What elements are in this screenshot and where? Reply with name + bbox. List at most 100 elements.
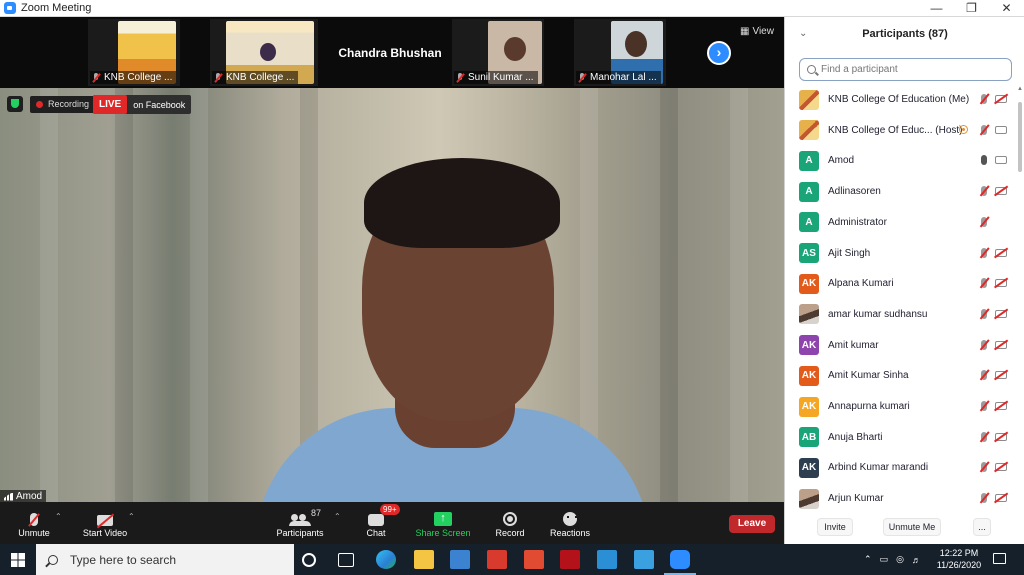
participant-row[interactable]: KNB College Of Educ... (Host) — [785, 115, 1017, 146]
zoom-taskbar-icon[interactable] — [664, 550, 696, 575]
zoom-logo-icon — [4, 2, 16, 14]
avatar: AK — [799, 273, 819, 294]
participant-row[interactable]: Arjun Kumar — [785, 483, 1017, 512]
participant-list: KNB College Of Education (Me) KNB College… — [785, 84, 1017, 512]
window-controls: — ❐ ✕ — [919, 0, 1024, 17]
mic-icon — [981, 155, 987, 166]
participant-name: KNB College Of Educ... (Host) — [828, 124, 963, 136]
view-button[interactable]: View — [740, 26, 774, 37]
participant-name: Amit Kumar Sinha — [828, 370, 909, 382]
minimize-icon[interactable]: — — [919, 0, 954, 17]
scrollbar-thumb[interactable] — [1018, 102, 1022, 172]
participant-name: Ajit Singh — [828, 247, 871, 259]
acrobat-reader-icon[interactable] — [487, 550, 507, 569]
window-title: Zoom Meeting — [21, 2, 92, 14]
participant-row[interactable]: AB Anuja Bharti — [785, 422, 1017, 453]
record-button[interactable]: Record — [488, 502, 532, 544]
video-tile-5[interactable]: Manohar Lal ... — [574, 19, 666, 86]
video-tile-4[interactable]: Sunil Kumar ... — [452, 19, 544, 86]
audio-options-chevron-icon[interactable]: ⌃ — [55, 512, 62, 521]
muted-mic-icon — [981, 308, 987, 319]
participant-row[interactable]: A Adlinasoren — [785, 176, 1017, 207]
share-screen-button[interactable]: ↑ Share Screen — [412, 502, 474, 544]
scroll-up-icon[interactable]: ▲ — [1017, 86, 1023, 92]
host-recording-icon — [959, 124, 968, 134]
edge-browser-icon[interactable] — [376, 550, 396, 569]
avatar: AK — [799, 335, 819, 356]
participant-row[interactable]: AK Annapurna kumari — [785, 391, 1017, 422]
muted-mic-icon — [578, 72, 586, 83]
taskbar-search-input[interactable] — [70, 552, 290, 567]
battery-icon[interactable]: ▭ — [880, 554, 889, 565]
taskbar-clock[interactable]: 12:22 PM 11/26/2020 — [932, 547, 986, 571]
shield-icon[interactable] — [7, 96, 23, 112]
record-dot-icon — [36, 101, 43, 108]
restore-icon[interactable]: ❐ — [954, 0, 989, 17]
unmute-button[interactable]: Unmute — [10, 502, 58, 544]
avatar — [799, 89, 819, 110]
participant-row[interactable]: A Amod — [785, 145, 1017, 176]
participants-panel: ⌄ Participants (87) KNB College Of Educa… — [784, 17, 1024, 544]
participant-name: amar kumar sudhansu — [828, 308, 928, 320]
video-tile-2[interactable]: KNB College ... — [210, 19, 318, 86]
start-button[interactable] — [0, 544, 36, 575]
powerpoint-icon[interactable] — [524, 550, 544, 569]
participant-name: Arjun Kumar — [828, 493, 884, 505]
tile-name: Sunil Kumar ... — [454, 71, 538, 84]
participant-row[interactable]: AK Alpana Kumari — [785, 268, 1017, 299]
video-options-chevron-icon[interactable]: ⌃ — [128, 512, 135, 521]
volume-icon[interactable]: ♬ — [912, 555, 921, 565]
task-view-icon[interactable] — [338, 553, 354, 567]
recording-indicator[interactable]: Recording — [30, 96, 96, 113]
avatar — [799, 120, 819, 141]
wifi-icon[interactable]: ◎ — [896, 554, 904, 565]
video-tile-1[interactable]: KNB College ... — [88, 19, 180, 86]
participant-name: Administrator — [828, 216, 887, 228]
muted-mic-icon — [981, 339, 987, 350]
muted-mic-icon — [981, 94, 987, 104]
file-explorer-icon[interactable] — [414, 550, 434, 569]
participant-row[interactable]: AK Amit Kumar Sinha — [785, 360, 1017, 391]
leave-button[interactable]: Leave — [729, 515, 775, 533]
live-stream-badge[interactable]: LIVE on Facebook — [93, 95, 192, 114]
unmute-me-button[interactable]: Unmute Me — [883, 518, 941, 536]
participant-row[interactable]: KNB College Of Education (Me) — [785, 84, 1017, 115]
participant-row[interactable]: amar kumar sudhansu — [785, 299, 1017, 330]
share-arrow-icon: ↑ — [434, 512, 452, 526]
taskbar-search[interactable] — [36, 544, 294, 575]
avatar: A — [799, 150, 819, 171]
participants-options-chevron-icon[interactable]: ⌃ — [334, 512, 341, 521]
mcafee-icon[interactable] — [560, 550, 580, 569]
participant-name: Amod — [828, 155, 855, 167]
avatar: A — [799, 212, 819, 233]
next-page-button[interactable]: › — [707, 41, 731, 65]
tray-chevron-icon[interactable]: ⌃ — [864, 554, 872, 565]
participant-list-scrollbar[interactable]: ▲ — [1017, 84, 1023, 512]
participant-name: Arbind Kumar marandi — [828, 462, 929, 474]
muted-mic-icon — [981, 247, 987, 258]
reactions-button[interactable]: Reactions — [544, 502, 596, 544]
title-bar: Zoom Meeting — ❐ ✕ — [0, 0, 1024, 17]
video-icon — [995, 125, 1007, 134]
cortana-icon[interactable] — [302, 553, 316, 567]
participant-search[interactable] — [799, 58, 1012, 81]
participant-search-input[interactable] — [821, 64, 1001, 75]
video-icon — [995, 156, 1007, 165]
participant-row[interactable]: AK Arbind Kumar marandi — [785, 452, 1017, 483]
video-off-icon — [995, 371, 1007, 380]
notification-icon[interactable] — [993, 553, 1006, 564]
participant-row[interactable]: AK Amit kumar — [785, 330, 1017, 361]
photos-icon[interactable] — [634, 550, 654, 569]
mail-icon[interactable] — [597, 550, 617, 569]
smiley-icon — [563, 512, 577, 526]
store-icon[interactable] — [450, 550, 470, 569]
close-icon[interactable]: ✕ — [989, 0, 1024, 17]
participant-row[interactable]: AS Ajit Singh — [785, 238, 1017, 269]
muted-microphone-icon — [30, 513, 38, 526]
invite-button[interactable]: Invite — [817, 518, 853, 536]
start-video-button[interactable]: Start Video — [74, 502, 136, 544]
video-tile-3[interactable]: Chandra Bhushan — [330, 19, 450, 86]
participant-row[interactable]: A Administrator — [785, 207, 1017, 238]
more-options-button[interactable]: ... — [973, 518, 991, 536]
video-off-icon — [995, 494, 1007, 503]
